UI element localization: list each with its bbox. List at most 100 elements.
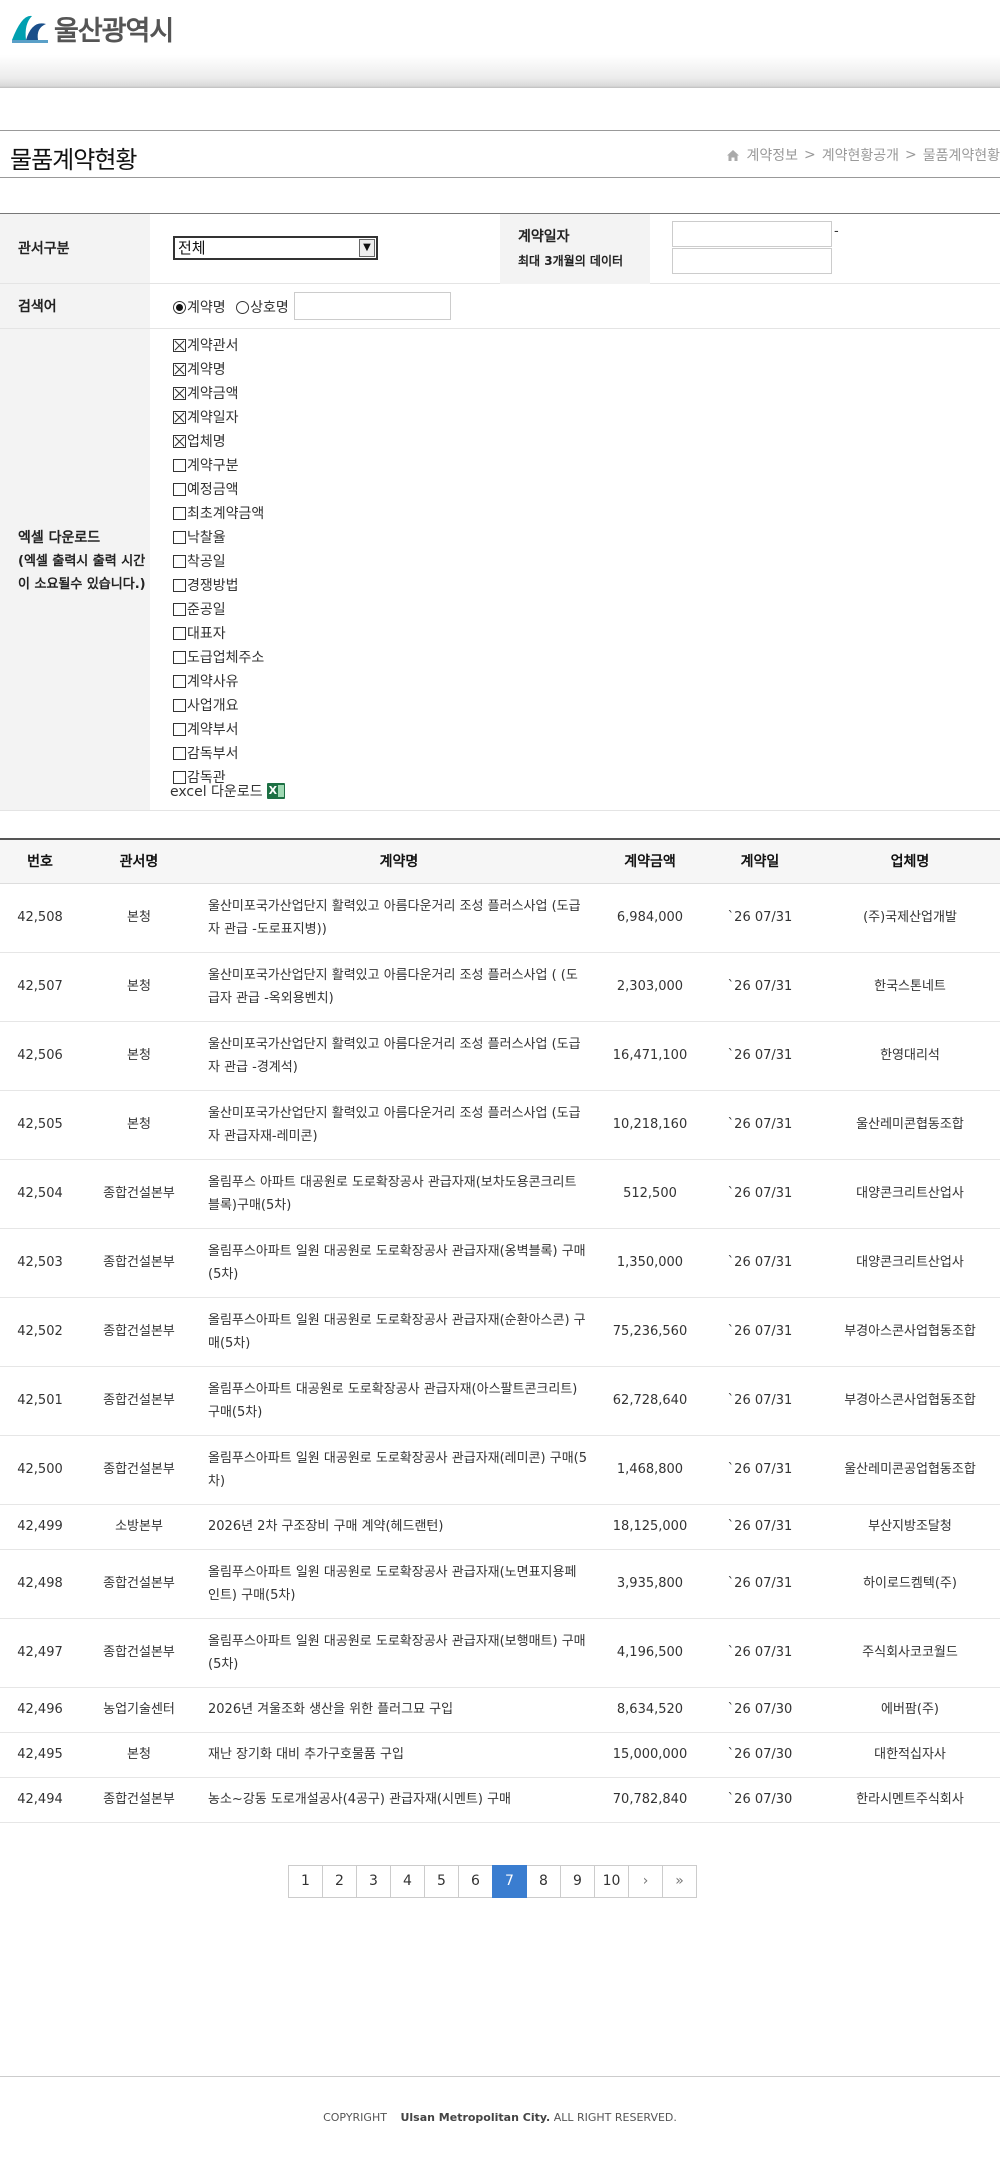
page-button-2[interactable]: 2 bbox=[322, 1865, 357, 1898]
page-button-9[interactable]: 9 bbox=[560, 1865, 595, 1898]
row-date: `26 07/31 bbox=[700, 1504, 820, 1550]
table-row[interactable]: 42,503 종합건설본부 올림푸스아파트 일원 대공원로 도로확장공사 관급자재(… bbox=[0, 1228, 1000, 1298]
row-contract-name[interactable]: 올림푸스아파트 대공원로 도로확장공사 관급자재(아스팔트콘크리트)구매(5차) bbox=[198, 1366, 600, 1436]
excel-column-checkbox[interactable] bbox=[173, 458, 186, 472]
excel-column-checkbox[interactable] bbox=[173, 698, 186, 712]
dropdown-arrow-icon[interactable]: ▼ bbox=[359, 239, 375, 257]
radio-contract-name[interactable] bbox=[173, 301, 186, 314]
row-contract-name[interactable]: 올림푸스아파트 일원 대공원로 도로확장공사 관급자재(옹벽블록) 구매(5차) bbox=[198, 1228, 600, 1298]
page-button-1[interactable]: 1 bbox=[288, 1865, 323, 1898]
excel-column-checkbox[interactable] bbox=[173, 626, 186, 640]
excel-column-checkbox[interactable] bbox=[173, 506, 186, 520]
logo-text: 울산광역시 bbox=[54, 15, 174, 47]
excel-column-checkbox[interactable] bbox=[173, 602, 186, 616]
row-agency: 본청 bbox=[80, 1021, 198, 1091]
page-button-8[interactable]: 8 bbox=[526, 1865, 561, 1898]
table-row[interactable]: 42,504 종합건설본부 올림푸스 아파트 대공원로 도로확장공사 관급자재(보차… bbox=[0, 1159, 1000, 1229]
breadcrumb-item[interactable]: 계약정보 bbox=[746, 145, 798, 165]
excel-column-checkbox[interactable] bbox=[173, 362, 186, 376]
radio-label: 계약명 bbox=[187, 300, 226, 316]
excel-column-checkbox[interactable] bbox=[173, 554, 186, 568]
excel-column-checkbox[interactable] bbox=[173, 386, 186, 400]
page-button-6[interactable]: 6 bbox=[458, 1865, 493, 1898]
row-agency: 본청 bbox=[80, 1732, 198, 1778]
excel-column-checkbox[interactable] bbox=[173, 650, 186, 664]
row-contract-name[interactable]: 울산미포국가산업단지 활력있고 아름다운거리 조성 플러스사업 (도급자 관급자… bbox=[198, 1090, 600, 1160]
table-row[interactable]: 42,506 본청 울산미포국가산업단지 활력있고 아름다운거리 조성 플러스사업 … bbox=[0, 1021, 1000, 1091]
agency-selected-value: 전체 bbox=[178, 239, 206, 257]
table-row[interactable]: 42,501 종합건설본부 올림푸스아파트 대공원로 도로확장공사 관급자재(아스팔… bbox=[0, 1366, 1000, 1436]
excel-column-label: 최초계약금액 bbox=[187, 506, 265, 522]
row-contract-name[interactable]: 올림푸스 아파트 대공원로 도로확장공사 관급자재(보차도용콘크리트블록)구매(… bbox=[198, 1159, 600, 1229]
table-row[interactable]: 42,495 본청 재난 장기화 대비 추가구호물품 구입 15,000,000 `26… bbox=[0, 1732, 1000, 1778]
row-number: 42,497 bbox=[0, 1618, 80, 1688]
row-amount: 1,468,800 bbox=[600, 1435, 700, 1505]
excel-column-checkbox[interactable] bbox=[173, 530, 186, 544]
table-row[interactable]: 42,496 농업기술센터 2026년 겨울조화 생산을 위한 플러그묘 구입 8,6… bbox=[0, 1687, 1000, 1733]
table-row[interactable]: 42,499 소방본부 2026년 2차 구조장비 구매 계약(헤드랜턴) 18,12… bbox=[0, 1504, 1000, 1550]
excel-column-checkbox[interactable] bbox=[173, 578, 186, 592]
page-button-7[interactable]: 7 bbox=[492, 1865, 527, 1898]
excel-download-text: excel 다운로드 bbox=[170, 784, 263, 800]
breadcrumb-separator: > bbox=[803, 147, 816, 163]
row-contract-name[interactable]: 울산미포국가산업단지 활력있고 아름다운거리 조성 플러스사업 ( (도급자 관… bbox=[198, 952, 600, 1022]
page-button-10[interactable]: 10 bbox=[594, 1865, 629, 1898]
excel-column-checkbox[interactable] bbox=[173, 434, 186, 448]
table-row[interactable]: 42,494 종합건설본부 농소~강동 도로개설공사(4공구) 관급자재(시멘트) … bbox=[0, 1777, 1000, 1823]
table-row[interactable]: 42,497 종합건설본부 올림푸스아파트 일원 대공원로 도로확장공사 관급자재(… bbox=[0, 1618, 1000, 1688]
table-row[interactable]: 42,505 본청 울산미포국가산업단지 활력있고 아름다운거리 조성 플러스사업 … bbox=[0, 1090, 1000, 1160]
row-contract-name[interactable]: 올림푸스아파트 일원 대공원로 도로확장공사 관급자재(노면표지용페인트) 구매… bbox=[198, 1549, 600, 1619]
excel-column-checkbox[interactable] bbox=[173, 338, 186, 352]
row-agency: 종합건설본부 bbox=[80, 1159, 198, 1229]
row-amount: 512,500 bbox=[600, 1159, 700, 1229]
radio-company-name[interactable] bbox=[236, 301, 250, 314]
excel-column-checkbox[interactable] bbox=[173, 746, 186, 760]
excel-column-checkbox[interactable] bbox=[173, 722, 186, 736]
row-amount: 2,303,000 bbox=[600, 952, 700, 1022]
breadcrumb-item[interactable]: 계약현황공개 bbox=[822, 145, 899, 165]
row-contract-name[interactable]: 2026년 2차 구조장비 구매 계약(헤드랜턴) bbox=[198, 1504, 600, 1550]
row-contract-name[interactable]: 울산미포국가산업단지 활력있고 아름다운거리 조성 플러스사업 (도급자 관급 … bbox=[198, 1021, 600, 1091]
page-button-4[interactable]: 4 bbox=[390, 1865, 425, 1898]
row-date: `26 07/31 bbox=[700, 1297, 820, 1367]
row-contract-name[interactable]: 재난 장기화 대비 추가구호물품 구입 bbox=[198, 1732, 600, 1778]
page-button-3[interactable]: 3 bbox=[356, 1865, 391, 1898]
row-amount: 6,984,000 bbox=[600, 883, 700, 953]
excel-column-option: 도급업체주소 bbox=[173, 645, 264, 669]
excel-column-checkbox[interactable] bbox=[173, 482, 186, 496]
excel-column-label: 계약구분 bbox=[187, 458, 239, 474]
table-row[interactable]: 42,500 종합건설본부 올림푸스아파트 일원 대공원로 도로확장공사 관급자재(… bbox=[0, 1435, 1000, 1505]
start-date-input[interactable] bbox=[672, 221, 832, 247]
last-page-button[interactable]: » bbox=[662, 1865, 697, 1898]
search-form: 관서구분 전체 ▼ 계약일자 최대 3개월의 데이터 - 검색어 계약명 상호명… bbox=[0, 213, 1000, 811]
table-row[interactable]: 42,507 본청 울산미포국가산업단지 활력있고 아름다운거리 조성 플러스사업 … bbox=[0, 952, 1000, 1022]
row-company: 한영대리석 bbox=[820, 1021, 1000, 1091]
row-amount: 62,728,640 bbox=[600, 1366, 700, 1436]
breadcrumb-item[interactable]: 물품계약현황 bbox=[923, 145, 1000, 165]
next-page-button[interactable]: › bbox=[628, 1865, 663, 1898]
home-icon[interactable] bbox=[726, 149, 740, 162]
row-contract-name[interactable]: 올림푸스아파트 일원 대공원로 도로확장공사 관급자재(보행매트) 구매(5차) bbox=[198, 1618, 600, 1688]
agency-select[interactable]: 전체 ▼ bbox=[173, 236, 378, 260]
excel-column-option: 계약구분 bbox=[173, 453, 264, 477]
row-contract-name[interactable]: 올림푸스아파트 일원 대공원로 도로확장공사 관급자재(순환아스콘) 구매(5차… bbox=[198, 1297, 600, 1367]
excel-download-link[interactable]: excel 다운로드 X bbox=[170, 781, 285, 801]
table-row[interactable]: 42,498 종합건설본부 올림푸스아파트 일원 대공원로 도로확장공사 관급자재(… bbox=[0, 1549, 1000, 1619]
table-row[interactable]: 42,502 종합건설본부 올림푸스아파트 일원 대공원로 도로확장공사 관급자재(… bbox=[0, 1297, 1000, 1367]
excel-column-checkbox[interactable] bbox=[173, 674, 186, 688]
excel-column-checkbox[interactable] bbox=[173, 410, 186, 424]
page-button-5[interactable]: 5 bbox=[424, 1865, 459, 1898]
row-date: `26 07/31 bbox=[700, 1549, 820, 1619]
table-row[interactable]: 42,508 본청 울산미포국가산업단지 활력있고 아름다운거리 조성 플러스사업 … bbox=[0, 883, 1000, 953]
excel-column-label: 감독부서 bbox=[187, 746, 239, 762]
footer: COPYRIGHT Ulsan Metropolitan City. ALL R… bbox=[0, 2076, 1000, 2179]
row-company: 한라시멘트주식회사 bbox=[820, 1777, 1000, 1823]
row-contract-name[interactable]: 2026년 겨울조화 생산을 위한 플러그묘 구입 bbox=[198, 1687, 600, 1733]
row-contract-name[interactable]: 울산미포국가산업단지 활력있고 아름다운거리 조성 플러스사업 (도급자 관급 … bbox=[198, 883, 600, 953]
row-contract-name[interactable]: 농소~강동 도로개설공사(4공구) 관급자재(시멘트) 구매 bbox=[198, 1777, 600, 1823]
end-date-input[interactable] bbox=[672, 248, 832, 274]
row-contract-name[interactable]: 올림푸스아파트 일원 대공원로 도로확장공사 관급자재(레미콘) 구매(5차) bbox=[198, 1435, 600, 1505]
keyword-input[interactable] bbox=[294, 292, 451, 320]
date-label-cell: 계약일자 최대 3개월의 데이터 bbox=[500, 214, 650, 284]
ulsan-logo[interactable]: 울산광역시 bbox=[10, 10, 174, 47]
